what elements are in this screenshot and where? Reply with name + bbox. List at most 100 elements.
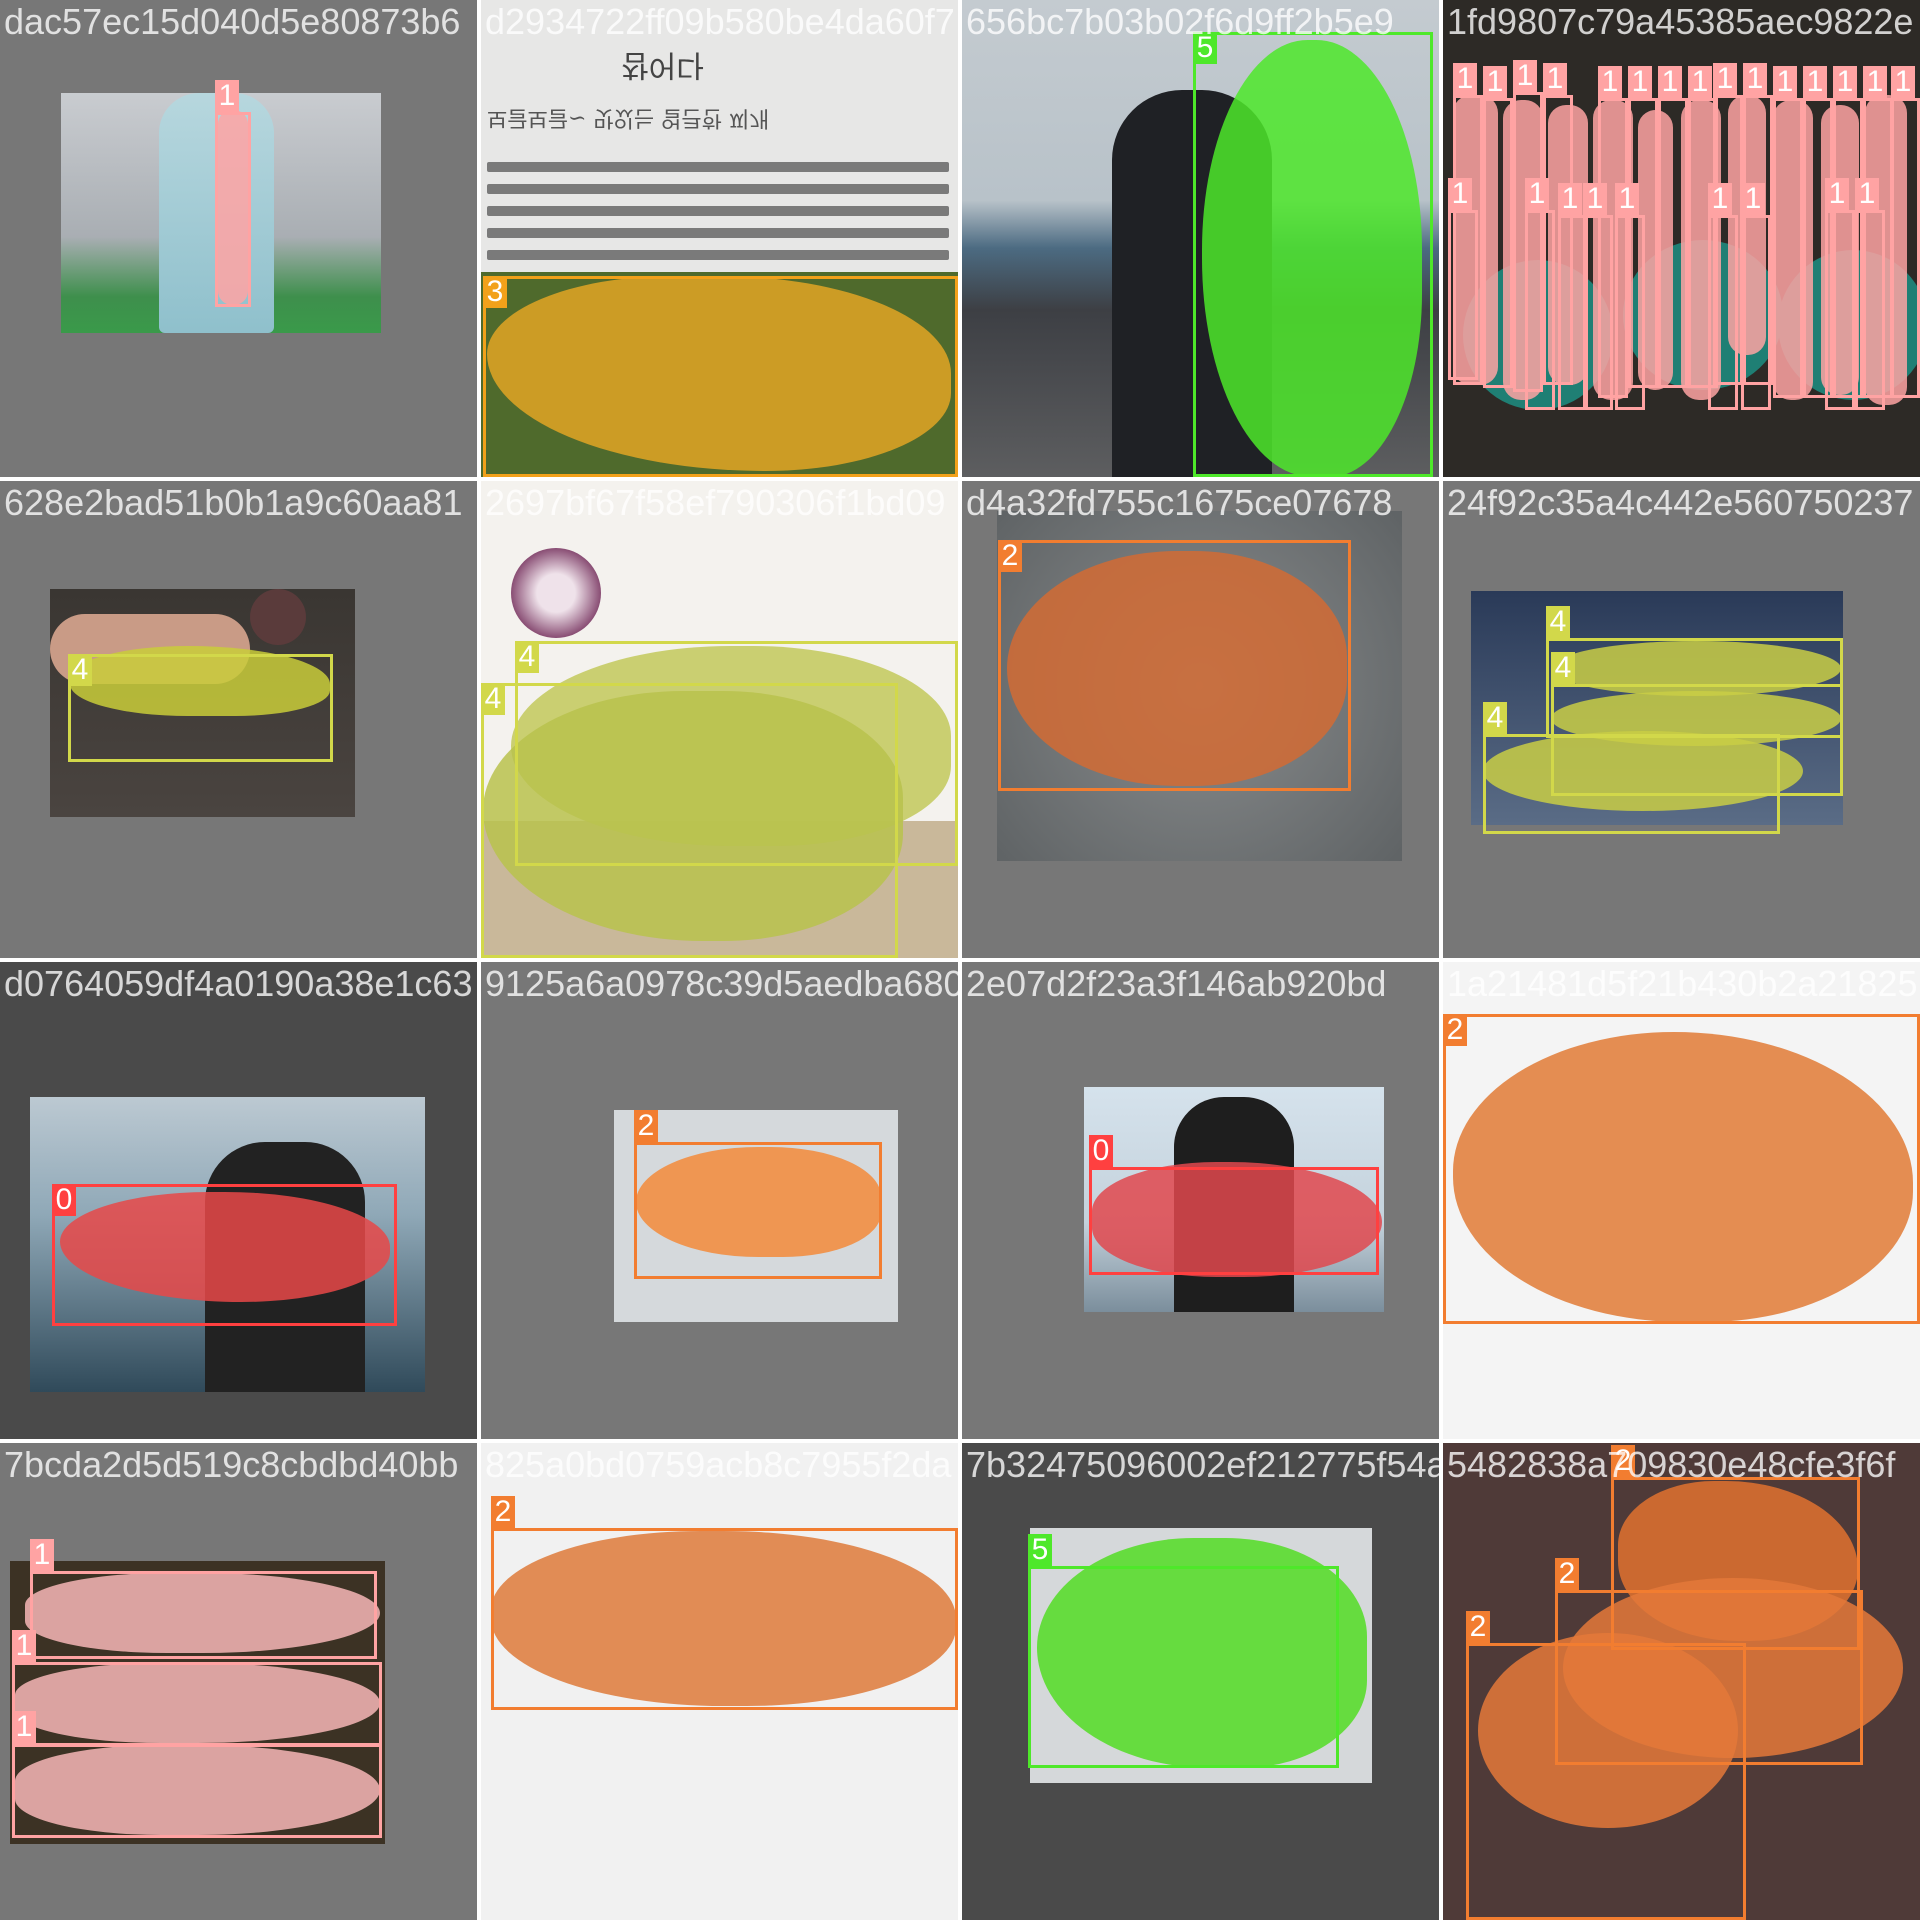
image-filename: 1a21481d5f21b430b2a21825	[1447, 963, 1918, 1004]
tile: 1 1 1 7bcda2d5d519c8cbdbd40bb	[0, 1443, 477, 1920]
tile: 0 d0764059df4a0190a38e1c63	[0, 962, 477, 1439]
class-label: 1	[12, 1711, 36, 1743]
document-heading: 참어다	[621, 47, 704, 82]
tile: 0 2e07d2f23a3f146ab920bd	[962, 962, 1439, 1439]
image-filename: 7bcda2d5d519c8cbdbd40bb	[4, 1444, 459, 1485]
image-filename: 656bc7b03b02f6d9ff2b5e9	[966, 1, 1394, 42]
bounding-box: 4	[481, 683, 898, 958]
image-filename: 7b32475096002ef212775f54a8	[966, 1444, 1439, 1485]
image-filename: 2697bf67f58ef790306f1bd09	[485, 482, 946, 523]
class-label: 1	[1658, 66, 1682, 98]
bounding-box: 1	[1891, 66, 1920, 398]
bounding-box: 1	[1658, 66, 1688, 388]
image-filename: d0764059df4a0190a38e1c63	[4, 963, 473, 1004]
bounding-box: 5	[1028, 1534, 1339, 1768]
bounding-box: 2	[634, 1110, 882, 1279]
tile: 1 1 1 1 1 1 1 1 1 1 1 1 1 1 1 1 1 1 1 1 …	[1443, 0, 1920, 477]
class-label: 1	[1891, 66, 1915, 98]
class-label: 1	[1803, 66, 1827, 98]
class-label: 2	[634, 1110, 658, 1142]
class-label: 1	[1448, 178, 1472, 210]
bounding-box: 2	[491, 1496, 958, 1710]
bounding-box: 1	[1741, 183, 1771, 410]
class-label: 1	[1543, 63, 1567, 95]
class-label: 1	[1598, 66, 1622, 98]
bounding-box: 3	[483, 276, 958, 477]
tile: 5 7b32475096002ef212775f54a8	[962, 1443, 1439, 1920]
bounding-box: 1	[1525, 178, 1555, 410]
bounding-box: 0	[1089, 1135, 1379, 1275]
tile: 2 825a0bd0759acb8c7955f2da	[481, 1443, 958, 1920]
class-label: 1	[12, 1630, 36, 1662]
bounding-box: 1	[1825, 178, 1855, 410]
class-label: 1	[1863, 66, 1887, 98]
text-line	[487, 228, 949, 238]
class-label: 1	[215, 80, 239, 112]
bounding-box: 1	[12, 1630, 382, 1747]
bounding-box: 1	[1855, 178, 1885, 410]
class-label: 2	[1443, 1014, 1467, 1046]
text-line	[487, 162, 949, 172]
image-filename: d2934722ff09b580be4da60f7	[485, 1, 955, 42]
bounding-box: 2	[1466, 1611, 1746, 1920]
bounding-box: 1	[1708, 183, 1738, 410]
class-label: 2	[998, 540, 1022, 572]
class-label: 1	[1713, 63, 1737, 95]
image-filename: 2e07d2f23a3f146ab920bd	[966, 963, 1387, 1004]
class-label: 4	[1551, 652, 1575, 684]
text-line	[487, 184, 949, 194]
tile: 4 4 4 24f92c35a4c442e560750237	[1443, 481, 1920, 958]
class-label: 4	[1483, 702, 1507, 734]
class-label: 0	[52, 1184, 76, 1216]
tile: 2 9125a6a0978c39d5aedba680	[481, 962, 958, 1439]
tile: 5 656bc7b03b02f6d9ff2b5e9	[962, 0, 1439, 477]
class-label: 5	[1028, 1534, 1052, 1566]
shellfish	[250, 589, 306, 645]
bounding-box: 1	[1773, 66, 1803, 398]
bounding-box: 5	[1193, 32, 1433, 477]
class-label: 1	[1615, 183, 1639, 215]
class-label: 4	[68, 654, 92, 686]
class-label: 1	[1825, 178, 1849, 210]
class-label: 1	[1513, 60, 1537, 92]
bounding-box: 2	[1443, 1014, 1920, 1324]
mosaic-grid: 1 dac57ec15d040d5e80873b6 참어다 보글보글~ 맛있는 …	[0, 0, 1920, 1920]
onion	[511, 548, 601, 638]
tile: 4 628e2bad51b0b1a9c60aa81	[0, 481, 477, 958]
class-label: 1	[1708, 183, 1732, 215]
class-label: 1	[1855, 178, 1879, 210]
tile: 4 4 2697bf67f58ef790306f1bd09	[481, 481, 958, 958]
bounding-box: 1	[12, 1711, 382, 1838]
bounding-box: 4	[68, 654, 333, 762]
bounding-box: 0	[52, 1184, 397, 1326]
class-label: 4	[515, 641, 539, 673]
class-label: 1	[30, 1539, 54, 1571]
text-line	[487, 206, 949, 216]
image-filename: d4a32fd755c1675ce07678	[966, 482, 1393, 523]
tile: 2 2 2 5482838a709830e48cfe3f6f	[1443, 1443, 1920, 1920]
class-label: 2	[491, 1496, 515, 1528]
class-label: 1	[1833, 66, 1857, 98]
class-label: 1	[1525, 178, 1549, 210]
tile: 참어다 보글보글~ 맛있는 얼큰한 찌개 3 d2934722ff09b580b…	[481, 0, 958, 477]
image-filename: 628e2bad51b0b1a9c60aa81	[4, 482, 463, 523]
class-label: 0	[1089, 1135, 1113, 1167]
bounding-box: 1	[1448, 178, 1478, 380]
class-label: 4	[1546, 606, 1570, 638]
image-filename: 24f92c35a4c442e560750237	[1447, 482, 1914, 523]
tile: 2 1a21481d5f21b430b2a21825	[1443, 962, 1920, 1439]
bounding-box: 4	[1483, 702, 1780, 834]
bounding-box: 1	[30, 1539, 377, 1659]
class-label: 1	[1483, 66, 1507, 98]
image-filename: 9125a6a0978c39d5aedba680	[485, 963, 958, 1004]
text-line	[487, 250, 949, 260]
class-label: 4	[481, 683, 505, 715]
class-label: 1	[1628, 66, 1652, 98]
bounding-box: 1	[1483, 66, 1513, 388]
class-label: 1	[1743, 63, 1767, 95]
class-label: 2	[1555, 1558, 1579, 1590]
class-label: 3	[483, 276, 507, 308]
bounding-box: 1	[1583, 183, 1613, 410]
bounding-box: 1	[1615, 183, 1645, 410]
class-label: 1	[1773, 66, 1797, 98]
